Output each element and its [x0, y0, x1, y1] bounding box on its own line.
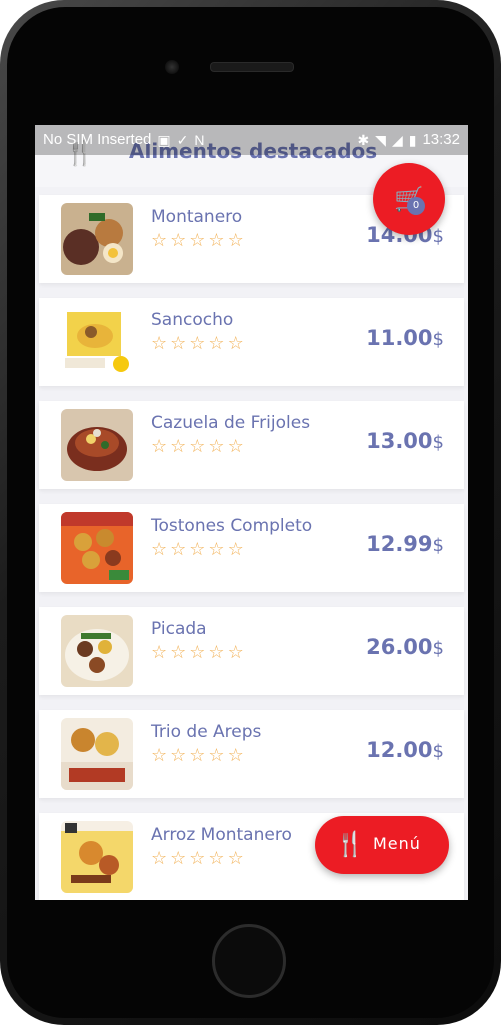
rating-stars[interactable]: ☆ ☆ ☆ ☆ ☆ [151, 334, 244, 354]
star-icon[interactable]: ☆ [170, 437, 186, 457]
star-icon[interactable]: ☆ [189, 746, 205, 766]
star-icon[interactable]: ☆ [170, 643, 186, 663]
battery-icon: ▮ [408, 131, 417, 148]
item-price: 26.00$ [366, 635, 444, 659]
star-icon[interactable]: ☆ [151, 849, 167, 869]
list-item[interactable]: Trio de Areps ☆ ☆ ☆ ☆ ☆ 12.00$ [39, 710, 464, 798]
star-icon[interactable]: ☆ [208, 540, 224, 560]
food-thumbnail [61, 615, 133, 687]
star-icon[interactable]: ☆ [228, 540, 244, 560]
rating-stars[interactable]: ☆ ☆ ☆ ☆ ☆ [151, 849, 244, 869]
food-thumbnail [61, 821, 133, 893]
star-icon[interactable]: ☆ [151, 540, 167, 560]
item-name: Picada [151, 619, 207, 639]
star-icon[interactable]: ☆ [170, 334, 186, 354]
star-icon[interactable]: ☆ [151, 746, 167, 766]
star-icon[interactable]: ☆ [228, 746, 244, 766]
star-icon[interactable]: ☆ [170, 231, 186, 251]
front-camera [165, 60, 179, 74]
star-icon[interactable]: ☆ [208, 334, 224, 354]
n-icon: N [194, 131, 205, 148]
item-name: Arroz Montanero [151, 825, 292, 845]
menu-button[interactable]: 🍴 Menú [315, 816, 449, 874]
star-icon[interactable]: ☆ [208, 437, 224, 457]
item-name: Cazuela de Frijoles [151, 413, 311, 433]
star-icon[interactable]: ☆ [170, 849, 186, 869]
item-name: Tostones Completo [151, 516, 313, 536]
star-icon[interactable]: ☆ [208, 746, 224, 766]
carrier-text: No SIM Inserted [43, 131, 152, 148]
food-thumbnail [61, 718, 133, 790]
no-signal-icon: ◢ [391, 131, 403, 148]
list-item[interactable]: Picada ☆ ☆ ☆ ☆ ☆ 26.00$ [39, 607, 464, 695]
earpiece-speaker [210, 62, 294, 72]
star-icon[interactable]: ☆ [189, 437, 205, 457]
item-name: Montanero [151, 207, 243, 227]
item-name: Trio de Areps [151, 722, 262, 742]
rating-stars[interactable]: ☆ ☆ ☆ ☆ ☆ [151, 437, 244, 457]
rating-stars[interactable]: ☆ ☆ ☆ ☆ ☆ [151, 746, 244, 766]
list-item[interactable]: Cazuela de Frijoles ☆ ☆ ☆ ☆ ☆ 13.00$ [39, 401, 464, 489]
food-thumbnail [61, 512, 133, 584]
bluetooth-icon: ✱ [357, 131, 370, 148]
item-price: 12.00$ [366, 738, 444, 762]
star-icon[interactable]: ☆ [151, 231, 167, 251]
star-icon[interactable]: ☆ [151, 334, 167, 354]
menu-button-label: Menú [373, 834, 421, 853]
star-icon[interactable]: ☆ [228, 849, 244, 869]
app-screen: 🍴 Alimentos destacados No SIM Inserted ▣… [35, 125, 468, 900]
star-icon[interactable]: ☆ [208, 231, 224, 251]
item-price: 11.00$ [366, 326, 444, 350]
star-icon[interactable]: ☆ [170, 746, 186, 766]
cart-count-badge: 0 [407, 197, 425, 215]
star-icon[interactable]: ☆ [208, 643, 224, 663]
status-bar: No SIM Inserted ▣ ✓ N ✱ ◥ ◢ ▮ 13:32 [35, 125, 468, 155]
rating-stars[interactable]: ☆ ☆ ☆ ☆ ☆ [151, 643, 244, 663]
star-icon[interactable]: ☆ [228, 643, 244, 663]
list-item[interactable]: Tostones Completo ☆ ☆ ☆ ☆ ☆ 12.99$ [39, 504, 464, 592]
star-icon[interactable]: ☆ [189, 334, 205, 354]
star-icon[interactable]: ☆ [189, 643, 205, 663]
star-icon[interactable]: ☆ [228, 437, 244, 457]
clock: 13:32 [422, 131, 460, 148]
phone-frame: 🍴 Alimentos destacados No SIM Inserted ▣… [0, 0, 501, 1025]
rating-stars[interactable]: ☆ ☆ ☆ ☆ ☆ [151, 540, 244, 560]
cart-button[interactable]: 🛒 0 [373, 163, 445, 235]
food-thumbnail [61, 203, 133, 275]
check-circle-icon: ✓ [176, 131, 189, 148]
wifi-icon: ◥ [375, 131, 386, 148]
food-thumbnail [61, 409, 133, 481]
item-price: 12.99$ [366, 532, 444, 556]
list-item[interactable]: Sancocho ☆ ☆ ☆ ☆ ☆ 11.00$ [39, 298, 464, 386]
item-price: 13.00$ [366, 429, 444, 453]
star-icon[interactable]: ☆ [189, 231, 205, 251]
star-icon[interactable]: ☆ [151, 437, 167, 457]
star-icon[interactable]: ☆ [208, 849, 224, 869]
star-icon[interactable]: ☆ [228, 231, 244, 251]
star-icon[interactable]: ☆ [189, 540, 205, 560]
image-icon: ▣ [157, 131, 171, 148]
star-icon[interactable]: ☆ [170, 540, 186, 560]
home-button[interactable] [212, 924, 286, 998]
food-thumbnail [61, 306, 133, 378]
star-icon[interactable]: ☆ [189, 849, 205, 869]
star-icon[interactable]: ☆ [151, 643, 167, 663]
rating-stars[interactable]: ☆ ☆ ☆ ☆ ☆ [151, 231, 244, 251]
star-icon[interactable]: ☆ [228, 334, 244, 354]
utensils-icon: 🍴 [335, 830, 365, 858]
item-name: Sancocho [151, 310, 234, 330]
